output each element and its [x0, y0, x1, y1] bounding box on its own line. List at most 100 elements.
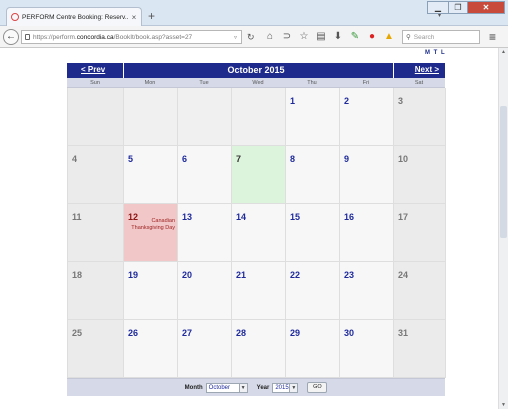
calendar-grid: 1 2 3 4 5 6 7 8 9 10 11 12 Canadian Thanksgiving Day… [67, 88, 446, 378]
day-number: 28 [236, 328, 247, 338]
day-cell[interactable]: 14 [232, 204, 286, 262]
day-cell[interactable]: 25 [68, 320, 124, 378]
day-cell[interactable]: 7 [232, 146, 286, 204]
url-bar[interactable]: https://perform. concordia.ca/BookIt/book… [21, 30, 242, 44]
month-dropdown-icon[interactable]: ▼ [238, 382, 248, 393]
star-icon[interactable]: ☆ [298, 30, 310, 44]
day-number: 7 [236, 154, 242, 164]
day-cell[interactable]: 27 [178, 320, 232, 378]
month-label: Month [184, 384, 203, 391]
back-icon[interactable]: ← [3, 29, 19, 45]
maximize-icon[interactable]: ❐ [448, 1, 468, 14]
day-number: 4 [72, 154, 78, 164]
download-icon[interactable]: ⬇ [332, 30, 344, 44]
window-controls: ▁ ❐ ✕ [427, 1, 505, 14]
day-cell[interactable]: 20 [178, 262, 232, 320]
vertical-scrollbar[interactable]: ▲ ▼ [498, 48, 508, 409]
scroll-up-icon[interactable]: ▲ [501, 49, 506, 55]
scrollbar-thumb[interactable] [500, 106, 507, 238]
day-number: 16 [344, 212, 355, 222]
addon-icon[interactable]: ✎ [349, 30, 361, 44]
day-cell[interactable]: 6 [178, 146, 232, 204]
day-number: 31 [398, 328, 409, 338]
day-cell[interactable]: 1 [286, 88, 340, 146]
rss-icon[interactable]: ⊃ [281, 30, 293, 44]
day-cell[interactable]: 21 [232, 262, 286, 320]
day-cell[interactable]: 24 [394, 262, 446, 320]
day-number: 9 [344, 154, 350, 164]
menu-icon[interactable]: ≡ [489, 30, 496, 44]
month-select[interactable]: October [205, 382, 240, 393]
day-number: 27 [182, 328, 193, 338]
nav-toolbar: ← https://perform. concordia.ca/BookIt/bo… [0, 26, 508, 48]
day-cell[interactable]: 23 [340, 262, 394, 320]
day-number: 5 [128, 154, 134, 164]
title-bar: PERFORM Centre Booking: Reserv... × + ▾ … [0, 0, 508, 26]
day-cell [68, 88, 124, 146]
day-cell[interactable]: 17 [394, 204, 446, 262]
day-cell[interactable]: 31 [394, 320, 446, 378]
scroll-down-icon[interactable]: ▼ [501, 402, 506, 408]
day-number: 30 [344, 328, 355, 338]
day-cell[interactable]: 19 [124, 262, 178, 320]
day-number: 23 [344, 270, 355, 280]
close-window-icon[interactable]: ✕ [467, 1, 505, 14]
day-cell [232, 88, 286, 146]
day-number: 11 [72, 212, 82, 222]
weekday-header-row: Sun Mon Tue Wed Thu Fri Sat [67, 78, 445, 88]
day-number: 14 [236, 212, 247, 222]
day-cell[interactable]: 8 [286, 146, 340, 204]
holiday-event: Canadian Thanksgiving Day [131, 218, 175, 231]
day-number: 15 [290, 212, 301, 222]
day-cell[interactable]: 22 [286, 262, 340, 320]
day-cell[interactable]: 13 [178, 204, 232, 262]
warning-icon[interactable]: ▲ [383, 30, 395, 44]
next-month-link[interactable]: Next > [415, 65, 439, 74]
year-label: Year [256, 384, 270, 391]
page-viewport: M T L < Prev October 2015 Next > Sun Mon… [0, 48, 498, 409]
toolbar-icons: ⌂ ⊃ ☆ ▤ ⬇ ✎ ● ▲ [264, 30, 395, 44]
reload-icon[interactable]: ↻ [247, 32, 255, 43]
day-cell[interactable]: 15 [286, 204, 340, 262]
day-cell[interactable]: 12 Canadian Thanksgiving Day [124, 204, 178, 262]
day-cell[interactable]: 2 [340, 88, 394, 146]
search-input[interactable]: ⚲ Search [402, 30, 480, 44]
day-number: 6 [182, 154, 188, 164]
year-select[interactable]: 2015 [272, 382, 291, 393]
new-tab-button[interactable]: + [148, 10, 155, 22]
day-cell[interactable]: 10 [394, 146, 446, 204]
year-dropdown-icon[interactable]: ▼ [289, 382, 299, 393]
day-number: 8 [290, 154, 296, 164]
weekday-fri: Fri [362, 80, 370, 86]
mtl-logo: M T L [425, 50, 446, 56]
home-icon[interactable]: ⌂ [264, 30, 276, 44]
day-cell[interactable]: 28 [232, 320, 286, 378]
day-cell[interactable]: 26 [124, 320, 178, 378]
day-number: 25 [72, 328, 83, 338]
url-dropdown-icon[interactable]: ▿ [234, 34, 237, 41]
day-number: 2 [344, 96, 350, 106]
day-cell[interactable]: 4 [68, 146, 124, 204]
day-number: 21 [236, 270, 247, 280]
day-cell[interactable]: 9 [340, 146, 394, 204]
day-cell[interactable]: 3 [394, 88, 446, 146]
day-cell[interactable]: 11 [68, 204, 124, 262]
go-button[interactable]: GO [307, 382, 328, 393]
day-cell[interactable]: 5 [124, 146, 178, 204]
calendar: < Prev October 2015 Next > Sun Mon Tue W… [67, 63, 446, 396]
minimize-icon[interactable]: ▁ [427, 1, 449, 14]
day-cell[interactable]: 30 [340, 320, 394, 378]
tab-close-icon[interactable]: × [129, 13, 139, 22]
calendar-header: < Prev October 2015 Next > [67, 63, 445, 78]
day-cell [124, 88, 178, 146]
browser-tab[interactable]: PERFORM Centre Booking: Reserv... × [6, 7, 142, 26]
search-placeholder: Search [413, 33, 435, 41]
stop-icon[interactable]: ● [366, 30, 378, 44]
day-cell[interactable]: 29 [286, 320, 340, 378]
reading-list-icon[interactable]: ▤ [315, 30, 327, 44]
url-prefix: https://perform. [33, 33, 77, 41]
day-cell[interactable]: 18 [68, 262, 124, 320]
day-cell[interactable]: 16 [340, 204, 394, 262]
url-host: concordia.ca [76, 33, 114, 41]
day-number: 29 [290, 328, 301, 338]
